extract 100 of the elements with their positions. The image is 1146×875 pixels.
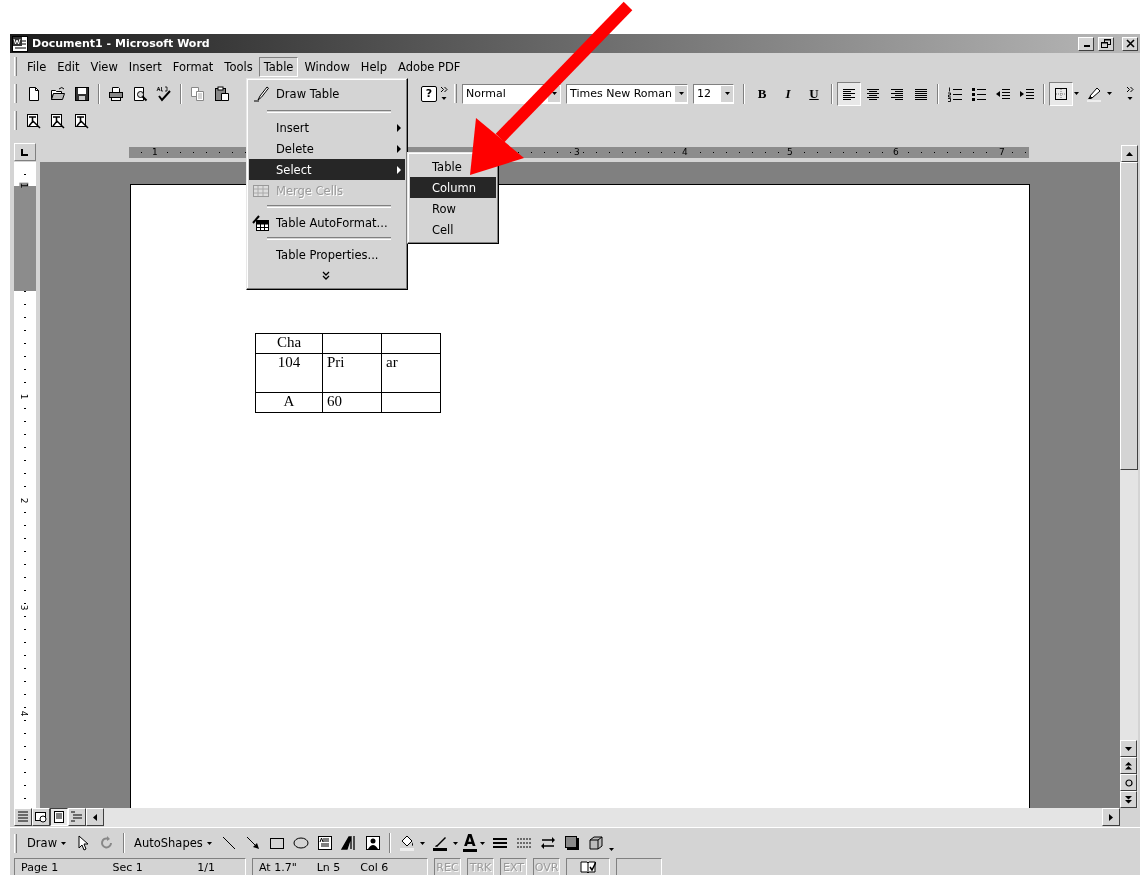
menu-item[interactable]: Window xyxy=(299,56,355,77)
menu-item[interactable]: Table xyxy=(410,156,465,177)
line-number: Ln 5 xyxy=(316,860,341,874)
menu-item[interactable]: Edit xyxy=(52,56,85,77)
caret-icon xyxy=(206,841,212,845)
lines-icon xyxy=(16,810,30,824)
menu-item[interactable]: View xyxy=(85,56,123,77)
caret-icon[interactable] xyxy=(479,841,485,845)
menu-item[interactable]: Select xyxy=(249,159,405,180)
page-icon xyxy=(52,810,66,824)
down-triangle-icon xyxy=(1125,746,1132,751)
menu-item[interactable]: Draw Table xyxy=(249,82,405,106)
ruler-number: 1 xyxy=(19,393,29,400)
italic-button[interactable]: I xyxy=(778,83,798,104)
spelling-status-icon[interactable] xyxy=(580,859,596,875)
borders-icon[interactable] xyxy=(1049,81,1073,106)
autoshapes-menu-button[interactable]: AutoShapes xyxy=(129,833,217,853)
table-cell: ar xyxy=(381,353,441,393)
menu-item[interactable]: Table xyxy=(258,56,299,77)
table-cell: Cha xyxy=(255,333,323,354)
menu-item[interactable]: Insert xyxy=(249,117,405,138)
toolbar-options-icon[interactable] xyxy=(440,86,448,101)
menu-item[interactable]: Delete xyxy=(249,138,405,159)
caret-icon[interactable] xyxy=(1074,92,1079,95)
web-view-button[interactable] xyxy=(32,808,50,826)
font-color-button[interactable]: A xyxy=(460,834,479,852)
toolbar-options-icon[interactable] xyxy=(1126,86,1134,101)
minimize-button[interactable] xyxy=(1078,36,1094,51)
next-page-button[interactable] xyxy=(1120,791,1137,808)
draw-menu-button[interactable]: Draw xyxy=(22,833,72,853)
right-triangle-icon xyxy=(1109,813,1113,821)
ruler-number: 5 xyxy=(786,147,794,158)
help-button[interactable]: ? xyxy=(421,85,437,102)
scroll-left-button[interactable] xyxy=(86,808,104,826)
menu-item[interactable]: Table AutoFormat... xyxy=(249,212,405,233)
restore-icon xyxy=(1101,39,1111,48)
table-cell: Pri xyxy=(322,353,382,393)
align-left-icon[interactable] xyxy=(837,81,861,106)
submenu-arrow-icon xyxy=(397,144,401,153)
browse-object-button[interactable] xyxy=(1120,774,1137,791)
scroll-thumb[interactable] xyxy=(1120,162,1138,470)
outline-view-button[interactable] xyxy=(68,808,86,826)
close-icon xyxy=(1125,39,1135,48)
submenu-arrow-icon xyxy=(397,123,401,132)
menu-item[interactable]: Column xyxy=(410,177,496,198)
close-button[interactable] xyxy=(1122,36,1138,51)
caret-icon[interactable] xyxy=(1107,92,1112,95)
document-icon xyxy=(12,35,28,52)
tab-stop-icon xyxy=(21,148,29,156)
ruler-number: 6 xyxy=(892,147,900,158)
up-triangle-icon xyxy=(1126,151,1133,156)
dropdown-arrow-icon[interactable] xyxy=(724,92,730,95)
ruler-number: 3 xyxy=(573,147,581,158)
restore-button[interactable] xyxy=(1098,36,1114,51)
print-layout-button[interactable] xyxy=(50,808,68,826)
dropdown-arrow-icon[interactable] xyxy=(678,92,684,95)
menu-item[interactable]: File xyxy=(22,56,52,77)
caret-icon[interactable] xyxy=(608,847,614,851)
submenu-arrow-icon xyxy=(397,165,401,174)
bold-button[interactable]: B xyxy=(752,83,772,104)
pencil-icon xyxy=(253,86,269,102)
circle-icon xyxy=(1124,778,1133,787)
scroll-right-button[interactable] xyxy=(1102,808,1120,826)
font-dropdown[interactable]: Times New Roman xyxy=(566,83,688,104)
page-number: Page 1 xyxy=(21,860,59,874)
previous-page-button[interactable] xyxy=(1120,757,1137,774)
table-cell: 60 xyxy=(322,392,382,413)
menu-item[interactable]: Row xyxy=(410,198,459,219)
font-size-dropdown[interactable]: 12 xyxy=(693,83,734,104)
status-panel xyxy=(616,858,662,875)
scroll-down-button[interactable] xyxy=(1120,740,1137,757)
menu-item[interactable]: Table Properties... xyxy=(249,244,405,265)
scroll-up-button[interactable] xyxy=(1121,145,1138,162)
menu-item[interactable]: Cell xyxy=(410,219,457,240)
caret-icon[interactable] xyxy=(419,841,425,845)
tab-stop-button[interactable] xyxy=(14,143,36,161)
caret-icon xyxy=(61,841,67,845)
ruler-number: 1 xyxy=(151,147,159,158)
menu-item[interactable]: Tools xyxy=(219,56,258,77)
section-number: Sec 1 xyxy=(112,860,143,874)
double-chevron-icon xyxy=(322,271,330,280)
web-page-icon xyxy=(34,810,48,824)
window-title: Document1 - Microsoft Word xyxy=(32,37,211,50)
double-down-triangle-icon xyxy=(1125,795,1132,804)
ruler-number: 7 xyxy=(998,147,1006,158)
ruler-number: 4 xyxy=(19,710,29,717)
underline-button[interactable]: U xyxy=(804,83,824,104)
normal-view-button[interactable] xyxy=(14,808,32,826)
dropdown-arrow-icon[interactable] xyxy=(551,92,557,95)
left-triangle-icon xyxy=(93,813,97,821)
menu-item[interactable]: Adobe PDF xyxy=(393,56,466,77)
menu-item[interactable]: Help xyxy=(355,56,392,77)
table-cell: A xyxy=(255,392,323,413)
caret-icon[interactable] xyxy=(452,841,458,845)
merge-cells-icon xyxy=(252,182,270,199)
table-format-icon xyxy=(252,214,270,231)
page-count: 1/1 xyxy=(197,860,215,874)
menu-item[interactable]: Insert xyxy=(123,56,167,77)
menu-item[interactable]: Format xyxy=(167,56,219,77)
ruler-number: 2 xyxy=(19,497,29,504)
